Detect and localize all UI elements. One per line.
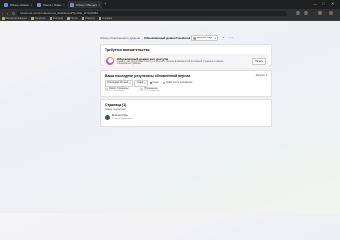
- metric-tag[interactable]: Охват после публикации: [162, 82, 192, 85]
- metric-sub: 0 — нет данных: [144, 90, 160, 92]
- metric-type-select[interactable]: Охват ▾: [134, 80, 149, 87]
- minimize-button[interactable]: —: [313, 2, 317, 6]
- banner-start-button[interactable]: Начать: [252, 58, 266, 65]
- access-banner-wrapper: Обновленный домен: нет доступа Узнайте, …: [100, 54, 272, 68]
- browser-toolbar: ‹ › ↻ facebook.com/professional_dashboar…: [0, 9, 340, 17]
- insights-card: Ваши последние результаты обновлённой ве…: [100, 70, 272, 97]
- follower-sub: 0 новых подписчиков: [112, 117, 133, 120]
- browser-tab[interactable]: Лента | Офис Facebook ×: [35, 1, 67, 8]
- more-options-icon[interactable]: ⋯: [229, 36, 233, 40]
- maximize-button[interactable]: □: [322, 2, 324, 6]
- bookmark-item[interactable]: Реклама: [49, 17, 63, 20]
- metric-sub: 0 — нет данных: [109, 90, 124, 92]
- tab-label: Обзор Обновления...: [76, 2, 97, 7]
- address-bar[interactable]: facebook.com/professional_dashboard/?pro…: [17, 10, 287, 16]
- close-window-button[interactable]: ✕: [331, 2, 334, 6]
- new-tab-icon[interactable]: +: [104, 2, 106, 6]
- forward-arrow-icon[interactable]: ›: [7, 11, 8, 16]
- banner-description: Узнайте, как предоставить доступ и получ…: [117, 60, 224, 66]
- close-tab-icon[interactable]: ×: [63, 3, 65, 7]
- close-tab-icon[interactable]: ×: [98, 3, 100, 7]
- followers-card-title: Страница (1): [105, 103, 127, 107]
- tab-label: Лента | Офис Facebook: [43, 2, 62, 7]
- folder-icon: [81, 17, 85, 20]
- account-switcher[interactable]: Business Page ▾: [191, 35, 218, 41]
- browser-tab-active[interactable]: Обзор Обновления... ×: [68, 1, 102, 8]
- bookmarks-bar: Импортированные Facebook Реклама Почта Н…: [0, 17, 340, 21]
- metrics-row: Охват Страницы 0 — нет данных Посещения …: [105, 87, 269, 97]
- breadcrumb-parent[interactable]: Обзор обновленного домена: [100, 36, 140, 40]
- address-bar-url: facebook.com/professional_dashboard/?pro…: [20, 11, 98, 15]
- close-tab-icon[interactable]: ×: [30, 3, 32, 7]
- metric-tag[interactable]: Охват: [149, 82, 159, 85]
- bookmark-item[interactable]: Почта: [67, 17, 78, 20]
- breadcrumb: Обзор обновленного домена › Обновленный …: [100, 34, 240, 42]
- bookmark-item[interactable]: Справка: [98, 17, 112, 20]
- legend-dot-icon: [149, 82, 152, 85]
- tasks-card-title: Требуется вмешательство: [105, 48, 150, 52]
- profile-avatar-icon[interactable]: [318, 11, 322, 15]
- ring-badge-icon: [106, 56, 114, 65]
- chart-icon: [140, 87, 144, 91]
- page-title: Обновленный домен Facebook: [144, 36, 191, 40]
- chevron-down-icon: ▾: [144, 82, 146, 85]
- avatar: [193, 36, 196, 40]
- browser-tab[interactable]: Обзор обновленного ру... ×: [2, 1, 34, 8]
- avatar: [105, 115, 110, 121]
- breadcrumb-separator: ›: [141, 36, 143, 40]
- facebook-favicon-icon: [4, 2, 8, 7]
- insights-filters: Последние 28 дней ▾ Охват ▾ Охват Охват по…: [105, 80, 196, 87]
- bookmark-item[interactable]: Новости: [81, 17, 95, 20]
- facebook-favicon-icon: [70, 2, 74, 7]
- folder-icon: [2, 17, 5, 20]
- chevron-down-icon: ▾: [129, 82, 131, 85]
- follower-list-item[interactable]: Business Page 0 новых подписчиков: [105, 114, 133, 121]
- chevron-down-icon: ▾: [214, 36, 216, 40]
- followers-card: Страница (1) Новые подписчики Business P…: [100, 99, 272, 127]
- metric-item[interactable]: Посещения 0 — нет данных: [140, 87, 159, 97]
- tab-label: Обзор обновленного ру...: [10, 2, 30, 7]
- legend-dot-icon: [162, 82, 165, 85]
- followers-card-subtitle: Новые подписчики: [105, 108, 126, 111]
- notifications-icon[interactable]: ◔: [222, 36, 224, 40]
- folder-icon: [31, 17, 34, 20]
- back-arrow-icon[interactable]: ‹: [2, 11, 3, 16]
- bookmark-item[interactable]: Facebook: [31, 17, 46, 20]
- reload-icon[interactable]: ↻: [12, 11, 15, 16]
- export-link[interactable]: Экспорт ▾: [256, 74, 267, 77]
- folder-icon: [49, 17, 53, 20]
- access-banner: Обновленный домен: нет доступа Узнайте, …: [103, 54, 269, 68]
- extension-icon[interactable]: [296, 11, 300, 15]
- folder-icon: [67, 17, 70, 20]
- bookmark-star-icon[interactable]: [304, 11, 308, 15]
- menu-dots-icon[interactable]: [329, 11, 333, 15]
- metric-item[interactable]: Охват Страницы 0 — нет данных: [105, 87, 128, 97]
- facebook-favicon-icon: [37, 2, 41, 7]
- period-select[interactable]: Последние 28 дней ▾: [105, 80, 133, 87]
- insights-card-title: Ваши последние результаты обновлённой ве…: [105, 74, 191, 78]
- account-name: Business Page: [197, 37, 213, 39]
- browser-tab-bar: Обзор обновленного ру... × Лента | Офис …: [0, 0, 340, 9]
- chart-icon: [105, 87, 108, 91]
- bookmark-item[interactable]: Импортированные: [2, 17, 27, 20]
- folder-icon: [98, 17, 102, 20]
